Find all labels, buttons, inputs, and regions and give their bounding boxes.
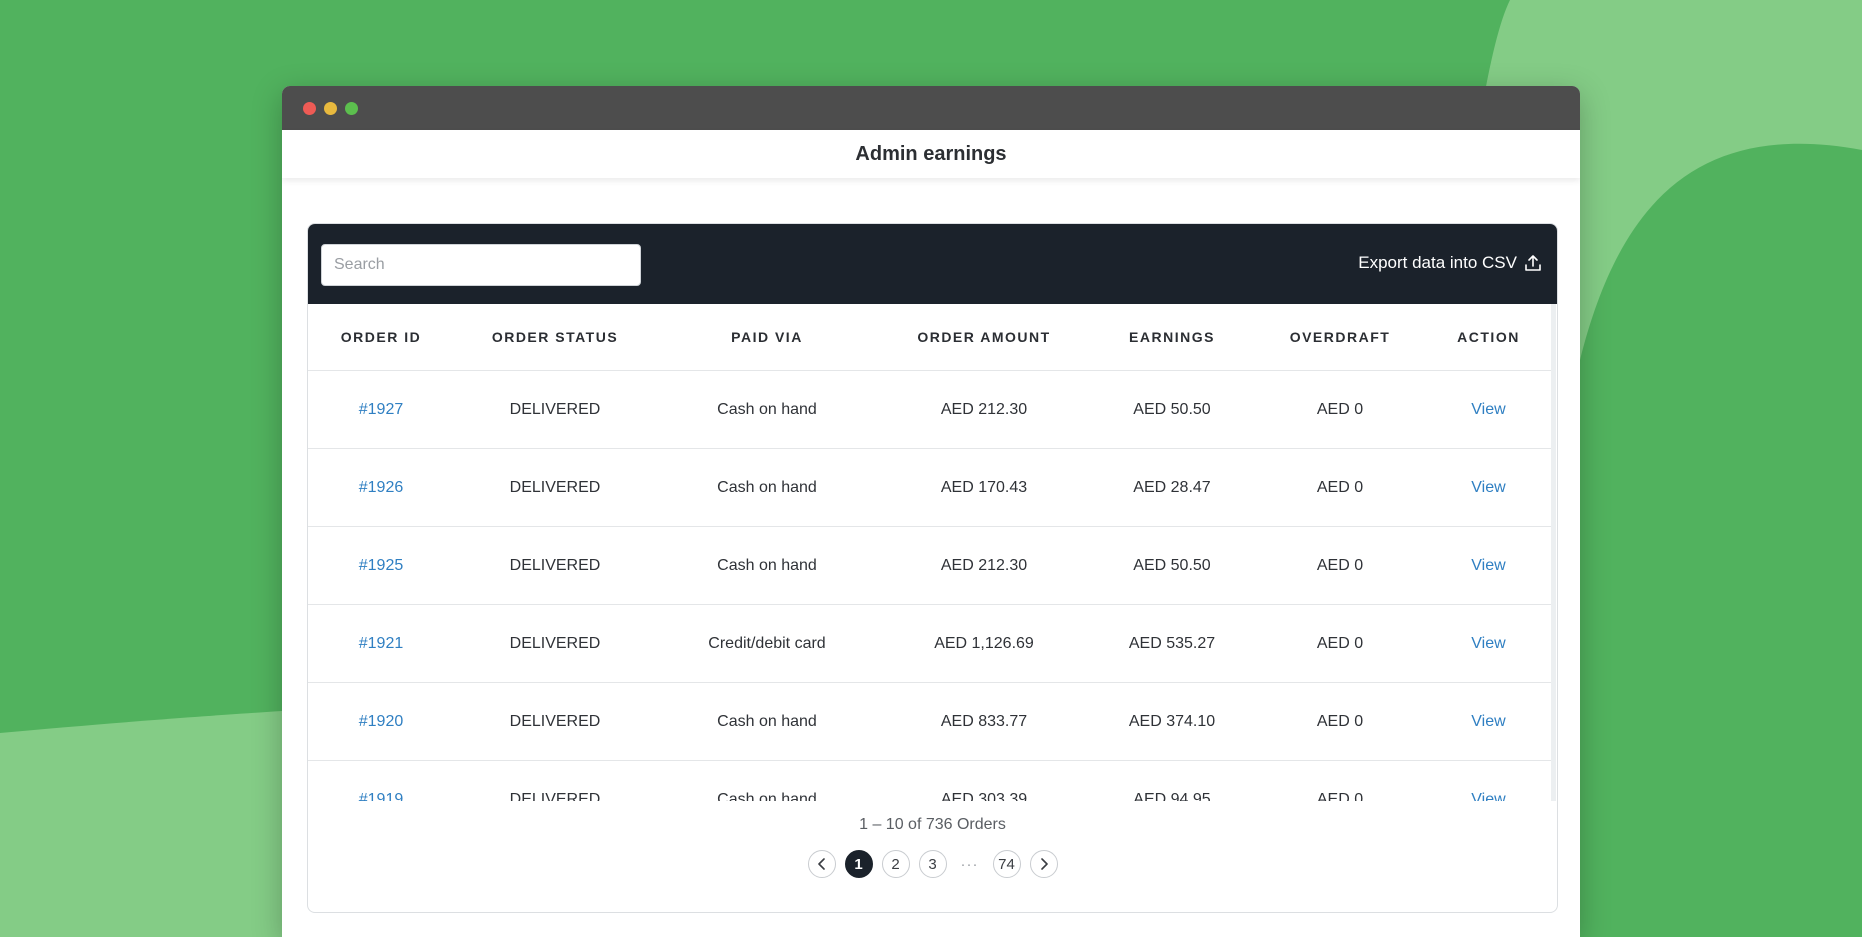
page-button-1[interactable]: 1 [844,850,873,878]
column-header[interactable]: ACTION [1426,304,1551,371]
chevron-right-icon [1040,858,1048,870]
export-csv-label: Export data into CSV [1358,253,1517,272]
overdraft: AED 0 [1254,370,1426,449]
column-header[interactable]: ORDER AMOUNT [878,304,1090,371]
page-title: Admin earnings [855,142,1007,165]
close-window-button[interactable] [303,102,316,115]
order-id-link[interactable]: #1919 [359,791,404,802]
column-header[interactable]: OVERDRAFT [1254,304,1426,371]
app-window: Admin earnings Export data into CSV [282,86,1580,937]
order-amount: AED 212.30 [878,370,1090,449]
table-row: #1926 DELIVERED Cash on hand AED 170.43 … [308,448,1551,527]
view-link[interactable]: View [1471,713,1505,730]
earnings: AED 50.50 [1090,370,1254,449]
pagination-summary: 1 – 10 of 736 Orders [859,816,1006,833]
earnings: AED 94.95 [1090,760,1254,801]
page-button-last[interactable]: 74 [992,850,1021,878]
view-link[interactable]: View [1471,557,1505,574]
earnings: AED 50.50 [1090,526,1254,605]
column-header[interactable]: PAID VIA [656,304,878,371]
pagination: 1 2 3 ··· 74 [308,850,1557,878]
window-titlebar [282,86,1580,130]
search-input[interactable] [321,244,641,286]
view-link[interactable]: View [1471,401,1505,418]
earnings-card: Export data into CSV ORDER ID ORDER STAT… [307,223,1558,913]
paid-via: Cash on hand [656,448,878,527]
order-id-link[interactable]: #1921 [359,635,404,652]
order-amount: AED 212.30 [878,526,1090,605]
earnings: AED 28.47 [1090,448,1254,527]
order-status: DELIVERED [454,370,656,449]
table-row: #1927 DELIVERED Cash on hand AED 212.30 … [308,370,1551,449]
view-link[interactable]: View [1471,791,1505,802]
export-csv-button[interactable]: Export data into CSV [1358,253,1541,273]
prev-page-button[interactable] [807,850,836,878]
order-status: DELIVERED [454,448,656,527]
order-id-link[interactable]: #1926 [359,479,404,496]
pagination-ellipsis: ··· [955,850,984,878]
earnings: AED 535.27 [1090,604,1254,683]
overdraft: AED 0 [1254,526,1426,605]
table-header-row: ORDER ID ORDER STATUS PAID VIA ORDER AMO… [308,304,1551,371]
table-row: #1925 DELIVERED Cash on hand AED 212.30 … [308,526,1551,605]
table-scroll-area[interactable]: ORDER ID ORDER STATUS PAID VIA ORDER AMO… [308,304,1556,801]
earnings: AED 374.10 [1090,682,1254,761]
overdraft: AED 0 [1254,760,1426,801]
table-row: #1919 DELIVERED Cash on hand AED 303.39 … [308,760,1551,802]
page-button-3[interactable]: 3 [918,850,947,878]
order-amount: AED 1,126.69 [878,604,1090,683]
view-link[interactable]: View [1471,635,1505,652]
order-amount: AED 303.39 [878,760,1090,801]
next-page-button[interactable] [1029,850,1058,878]
upload-icon [1525,255,1541,271]
column-header[interactable]: ORDER STATUS [454,304,656,371]
table-toolbar: Export data into CSV [308,224,1557,304]
overdraft: AED 0 [1254,448,1426,527]
page-button-2[interactable]: 2 [881,850,910,878]
overdraft: AED 0 [1254,604,1426,683]
column-header[interactable]: ORDER ID [308,304,454,371]
order-id-link[interactable]: #1927 [359,401,404,418]
chevron-left-icon [817,858,825,870]
paid-via: Cash on hand [656,370,878,449]
view-link[interactable]: View [1471,479,1505,496]
maximize-window-button[interactable] [345,102,358,115]
paid-via: Credit/debit card [656,604,878,683]
order-status: DELIVERED [454,526,656,605]
overdraft: AED 0 [1254,682,1426,761]
page-header: Admin earnings [282,130,1580,178]
paid-via: Cash on hand [656,760,878,801]
table-row: #1921 DELIVERED Credit/debit card AED 1,… [308,604,1551,683]
minimize-window-button[interactable] [324,102,337,115]
order-status: DELIVERED [454,760,656,801]
order-amount: AED 170.43 [878,448,1090,527]
order-status: DELIVERED [454,682,656,761]
order-amount: AED 833.77 [878,682,1090,761]
earnings-table: ORDER ID ORDER STATUS PAID VIA ORDER AMO… [308,304,1551,801]
table-row: #1920 DELIVERED Cash on hand AED 833.77 … [308,682,1551,761]
order-status: DELIVERED [454,604,656,683]
paid-via: Cash on hand [656,682,878,761]
paid-via: Cash on hand [656,526,878,605]
column-header[interactable]: EARNINGS [1090,304,1254,371]
order-id-link[interactable]: #1920 [359,713,404,730]
order-id-link[interactable]: #1925 [359,557,404,574]
